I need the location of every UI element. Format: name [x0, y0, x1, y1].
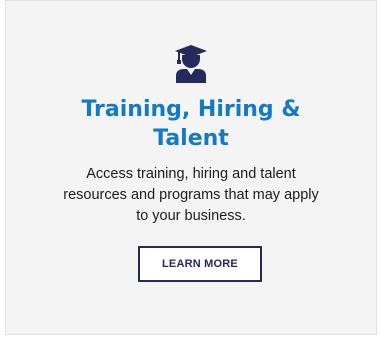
learn-more-button[interactable]: LEARN MORE [138, 246, 262, 282]
card-description: Access training, hiring and talent resou… [46, 164, 336, 227]
card-description-line-1: Access training, hiring and talent [86, 166, 296, 182]
training-hiring-talent-card: Training, Hiring & Talent Access trainin… [5, 0, 377, 335]
card-title-line-2: Talent [153, 126, 229, 151]
graduate-icon [175, 45, 207, 83]
card-title-line-1: Training, Hiring & [81, 97, 301, 122]
card-title: Training, Hiring & Talent [6, 95, 376, 153]
icon-container [6, 45, 376, 83]
card-description-line-2: resources and programs that may apply [63, 187, 319, 203]
card-description-line-3: to your business. [136, 208, 246, 224]
